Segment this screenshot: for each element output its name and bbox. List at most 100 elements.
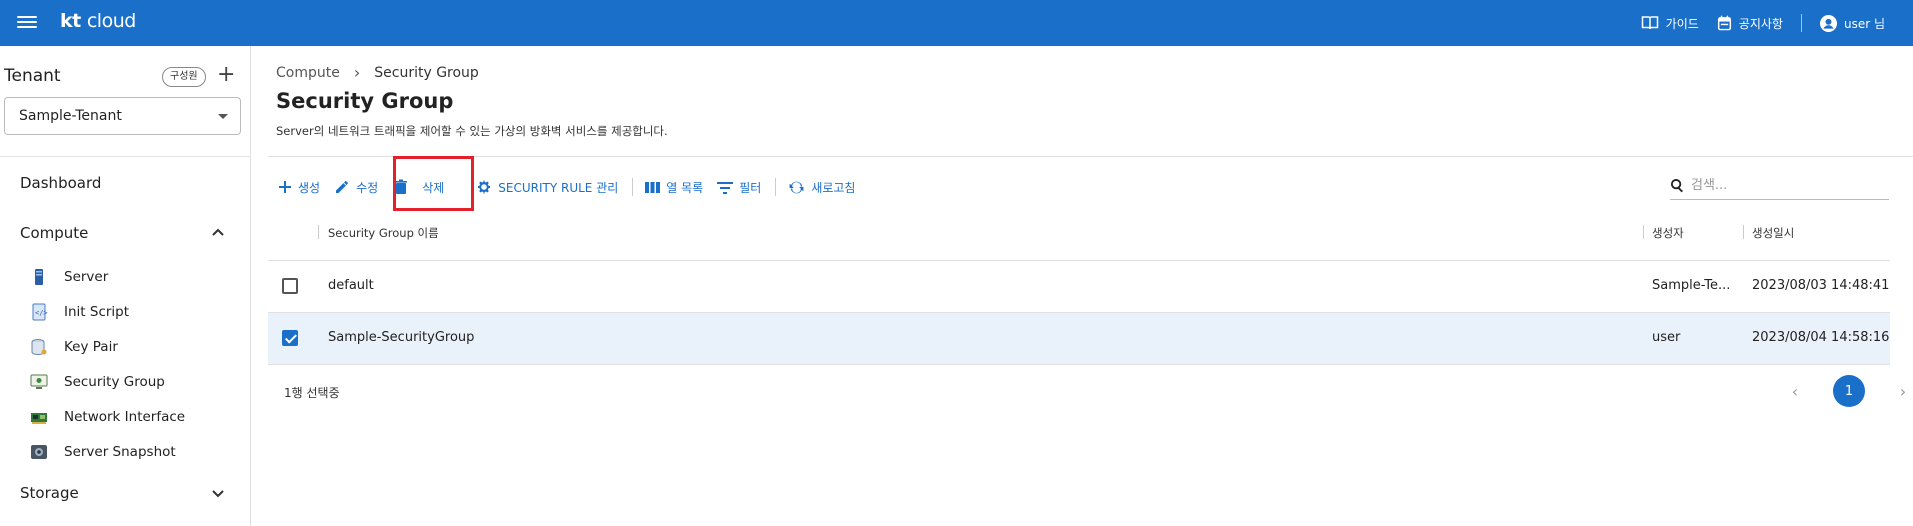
table-row[interactable]: default Sample-Te... 2023/08/03 14:48:41 [268,260,1890,312]
logo[interactable]: kt cloud [60,10,136,32]
column-header-created[interactable]: 생성일시 [1752,225,1794,241]
toolbar-divider [632,178,634,196]
sidebar-item-compute[interactable]: Compute [20,224,88,242]
columns-button[interactable]: 열 목록 [645,179,703,196]
member-button[interactable]: 구성원 [162,67,206,87]
sidebar-item-label: Server [64,269,109,285]
edit-label: 수정 [356,180,379,195]
cell-name: default [328,278,374,293]
cell-name: Sample-SecurityGroup [328,330,475,345]
menu-icon[interactable] [17,13,37,33]
filter-icon [717,181,734,194]
sidebar: Tenant 구성원 + Sample-Tenant Dashboard Com… [0,46,251,526]
security-group-icon [30,374,48,389]
sidebar-item-key-pair[interactable]: Key Pair [30,338,118,356]
server-icon [35,269,43,285]
cell-creator: Sample-Te... [1652,278,1731,293]
script-icon: </> [32,303,48,321]
snapshot-icon [31,445,47,459]
sidebar-item-label: Server Snapshot [64,444,176,460]
refresh-icon [789,181,804,193]
refresh-label: 새로고침 [811,180,856,195]
column-header-creator[interactable]: 생성자 [1652,225,1684,241]
sidebar-item-label: Security Group [64,374,165,390]
search-input[interactable] [1691,178,1871,193]
toolbar-divider [775,178,777,196]
edit-button[interactable]: 수정 [334,179,378,196]
chevron-up-icon[interactable] [212,227,224,239]
table-row[interactable]: Sample-SecurityGroup user 2023/08/04 14:… [268,312,1890,364]
sidebar-item-label: Key Pair [64,339,118,355]
table-bottom-border [268,364,1890,365]
sidebar-item-security-group[interactable]: Security Group [30,373,165,391]
page-title: Security Group [276,89,454,113]
account-icon [1819,14,1837,32]
search-box [1670,172,1889,200]
chevron-right-icon: › [353,63,361,82]
chevron-down-icon[interactable] [212,487,224,499]
prev-page-icon[interactable]: ‹ [1785,382,1805,401]
cell-creator: user [1652,330,1681,345]
pencil-icon [336,181,349,193]
user-label: user 님 [1843,16,1885,31]
column-divider [1743,225,1744,239]
cell-created: 2023/08/04 14:58:16 [1752,330,1890,345]
columns-icon [645,181,661,193]
breadcrumb: Compute › Security Group [276,63,479,82]
next-page-icon[interactable]: › [1893,382,1913,401]
sidebar-item-storage[interactable]: Storage [20,484,79,502]
sidebar-item-server-snapshot[interactable]: Server Snapshot [30,443,176,461]
caret-down-icon [218,114,228,119]
security-rule-label: SECURITY RULE 관리 [498,180,619,195]
tenant-select-value: Sample-Tenant [19,108,122,124]
security-rule-button[interactable]: SECURITY RULE 관리 [476,179,618,196]
sidebar-item-init-script[interactable]: </> Init Script [30,303,129,321]
selected-count: 1행 선택중 [284,386,340,400]
guide-link[interactable]: 가이드 [1641,15,1699,32]
sidebar-item-dashboard[interactable]: Dashboard [20,174,101,192]
breadcrumb-compute[interactable]: Compute [276,65,340,81]
toolbar: 생성 수정 삭제 SECURITY RULE 관리 열 목록 필터 새로고침 [278,174,869,200]
row-checkbox-checked[interactable] [282,330,298,346]
refresh-button[interactable]: 새로고침 [788,179,855,196]
logo-kt: kt [60,10,81,32]
column-divider [1643,225,1644,239]
create-label: 생성 [298,180,321,195]
breadcrumb-current: Security Group [374,64,479,81]
sidebar-item-label: Network Interface [64,409,186,425]
guide-label: 가이드 [1665,16,1699,31]
tenant-select[interactable]: Sample-Tenant [4,97,241,135]
tenant-title: Tenant [4,66,61,86]
column-divider [318,225,319,239]
sidebar-item-network-interface[interactable]: Network Interface [30,408,185,426]
page-description: Server의 네트워크 트래픽을 제어할 수 있는 가상의 방화벽 서비스를 … [276,124,668,138]
plus-icon [279,181,291,193]
header-divider [1800,14,1802,32]
user-menu[interactable]: user 님 [1819,14,1885,32]
key-pair-icon [31,339,47,356]
logo-cloud: cloud [86,10,136,32]
sidebar-divider [0,156,251,157]
gear-icon [478,180,491,194]
notice-link[interactable]: 공지사항 [1717,15,1783,32]
top-header: kt cloud 가이드 공지사항 user 님 [0,0,1913,46]
page-number-button[interactable]: 1 [1833,375,1865,407]
columns-label: 열 목록 [666,180,704,195]
pagination: ‹ 1 › [1785,375,1913,407]
notice-label: 공지사항 [1738,16,1783,31]
sidebar-item-label: Init Script [64,304,130,320]
search-icon [1670,178,1683,193]
row-checkbox[interactable] [282,278,298,294]
book-icon [1641,16,1658,30]
create-button[interactable]: 생성 [278,179,320,196]
filter-label: 필터 [739,180,762,195]
filter-button[interactable]: 필터 [717,179,761,196]
add-tenant-icon[interactable]: + [217,64,235,86]
main-divider [268,156,1913,157]
column-header-name[interactable]: Security Group 이름 [328,225,439,241]
delete-highlight-box [393,156,474,211]
calendar-icon [1717,15,1731,31]
svg-text:</>: </> [35,309,48,317]
sidebar-item-server[interactable]: Server [30,268,108,286]
cell-created: 2023/08/03 14:48:41 [1752,278,1890,293]
